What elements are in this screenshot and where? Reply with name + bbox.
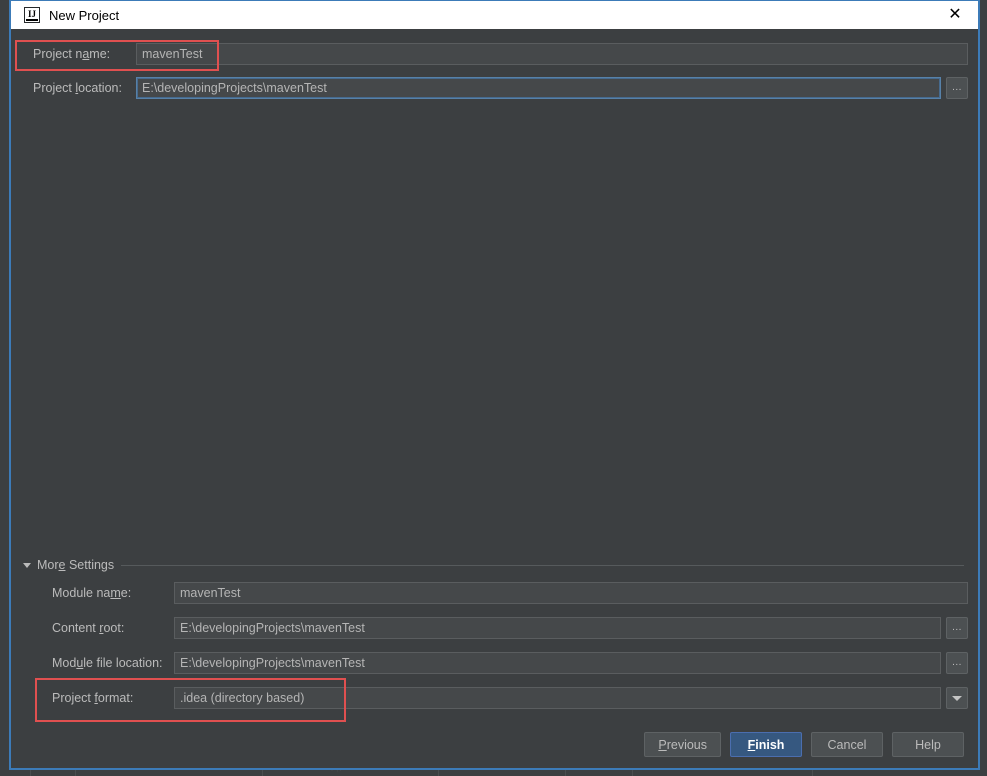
project-format-dropdown-arrow[interactable] xyxy=(946,687,968,709)
module-name-row: Module name: mavenTest xyxy=(52,582,968,604)
module-file-location-browse-button[interactable]: ... xyxy=(946,652,968,674)
content-root-label: Content root: xyxy=(52,621,125,635)
project-format-combobox[interactable]: .idea (directory based) xyxy=(174,687,941,709)
svg-text:IJ: IJ xyxy=(28,9,37,19)
module-name-input[interactable]: mavenTest xyxy=(174,582,968,604)
chevron-down-icon xyxy=(23,562,31,568)
content-root-input[interactable]: E:\developingProjects\mavenTest xyxy=(174,617,941,639)
module-file-location-label: Module file location: xyxy=(52,656,163,670)
dialog-button-bar: Previous Finish Cancel Help xyxy=(11,732,964,757)
module-name-label: Module name: xyxy=(52,586,132,600)
project-location-row: Project location: E:\developingProjects\… xyxy=(33,77,968,99)
intellij-idea-logo-icon: IJ xyxy=(24,7,40,23)
more-settings-separator xyxy=(121,564,964,566)
more-settings-label: More Settings xyxy=(37,558,115,572)
project-location-label: Project location: xyxy=(33,81,122,95)
module-file-location-row: Module file location: E:\developingProje… xyxy=(52,652,968,674)
close-icon[interactable]: ✕ xyxy=(932,2,978,29)
project-name-row: Project name: mavenTest xyxy=(33,43,968,65)
content-root-row: Content root: E:\developingProjects\mave… xyxy=(52,617,968,639)
cancel-button[interactable]: Cancel xyxy=(811,732,883,757)
project-location-browse-button[interactable]: ... xyxy=(946,77,968,99)
dialog-title: New Project xyxy=(49,7,120,23)
new-project-dialog: IJ New Project ✕ Project name: mavenTest… xyxy=(9,0,980,770)
project-format-label: Project format: xyxy=(52,691,134,705)
project-format-row: Project format: .idea (directory based) xyxy=(52,687,968,709)
previous-button[interactable]: Previous xyxy=(644,732,721,757)
module-file-location-input[interactable]: E:\developingProjects\mavenTest xyxy=(174,652,941,674)
content-root-browse-button[interactable]: ... xyxy=(946,617,968,639)
project-location-input[interactable]: E:\developingProjects\mavenTest xyxy=(136,77,941,99)
more-settings-header[interactable]: More Settings xyxy=(23,556,964,574)
project-name-input[interactable]: mavenTest xyxy=(136,43,968,65)
help-button[interactable]: Help xyxy=(892,732,964,757)
finish-button[interactable]: Finish xyxy=(730,732,802,757)
dialog-title-bar: IJ New Project ✕ xyxy=(11,0,978,29)
project-name-label: Project name: xyxy=(33,47,111,61)
chevron-down-icon xyxy=(952,695,962,701)
dialog-content: Project name: mavenTest Project location… xyxy=(11,29,978,768)
